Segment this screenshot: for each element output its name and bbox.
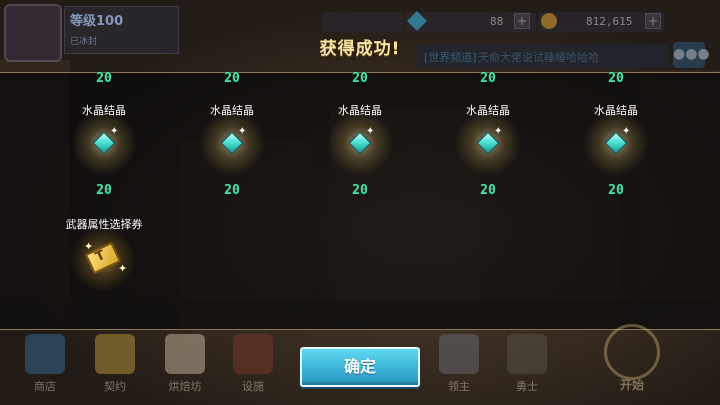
add-gems-button[interactable]: +	[514, 13, 530, 29]
nav-label: 烘焙坊	[168, 380, 202, 393]
reward-count: 20	[352, 71, 368, 86]
nav-label: 契约	[104, 380, 126, 393]
sparkle-icon: ✦	[622, 126, 631, 137]
sparkle-icon: ✦	[494, 126, 503, 137]
bakery-icon	[165, 334, 205, 374]
nav-contract[interactable]: 契约	[88, 334, 142, 404]
helmet-icon	[439, 334, 479, 374]
sparkle-icon: ✦	[366, 126, 375, 137]
reward-count: 20	[480, 71, 496, 86]
nav-lord[interactable]: 领主	[432, 334, 486, 404]
sparkle-icon: ✦	[238, 126, 247, 137]
reward-count: 20	[96, 71, 112, 86]
sparkle-icon: ✦	[118, 262, 128, 275]
resource-bar-energy	[322, 12, 404, 32]
gem-count: 88	[490, 15, 504, 28]
sparkle-icon: ✦	[84, 240, 94, 253]
facility-icon	[233, 334, 273, 374]
reward-count: 20	[480, 183, 496, 198]
nav-shop[interactable]: 商店	[18, 334, 72, 404]
reward-count: 20	[352, 183, 368, 198]
nav-label: 勇士	[516, 380, 538, 393]
reward-count: 20	[224, 183, 240, 198]
confirm-button[interactable]: 确定	[300, 347, 420, 387]
reward-count: 20	[608, 71, 624, 86]
popup-title: 获得成功!	[319, 39, 401, 59]
coin-count: 812,615	[586, 15, 633, 28]
sparkle-icon: ✦	[110, 126, 119, 137]
reward-count: 20	[608, 183, 624, 198]
start-button[interactable]: 开始	[590, 322, 674, 398]
nav-label: 设施	[242, 380, 264, 393]
nav-label: 领主	[448, 380, 470, 393]
coin-icon	[541, 13, 557, 29]
nav-bakery[interactable]: 烘焙坊	[158, 334, 212, 404]
start-emblem-icon	[604, 324, 660, 380]
nav-hero[interactable]: 勇士	[500, 334, 554, 404]
start-label: 开始	[619, 378, 644, 392]
knight-icon	[507, 334, 547, 374]
reward-count: 20	[224, 71, 240, 86]
player-level: 等级100	[70, 14, 124, 29]
reward-count: 20	[96, 183, 112, 198]
add-coins-button[interactable]: +	[645, 13, 661, 29]
nav-facility[interactable]: 设施	[226, 334, 280, 404]
contract-icon	[95, 334, 135, 374]
nav-label: 商店	[34, 380, 56, 393]
diamond-icon	[25, 334, 65, 374]
